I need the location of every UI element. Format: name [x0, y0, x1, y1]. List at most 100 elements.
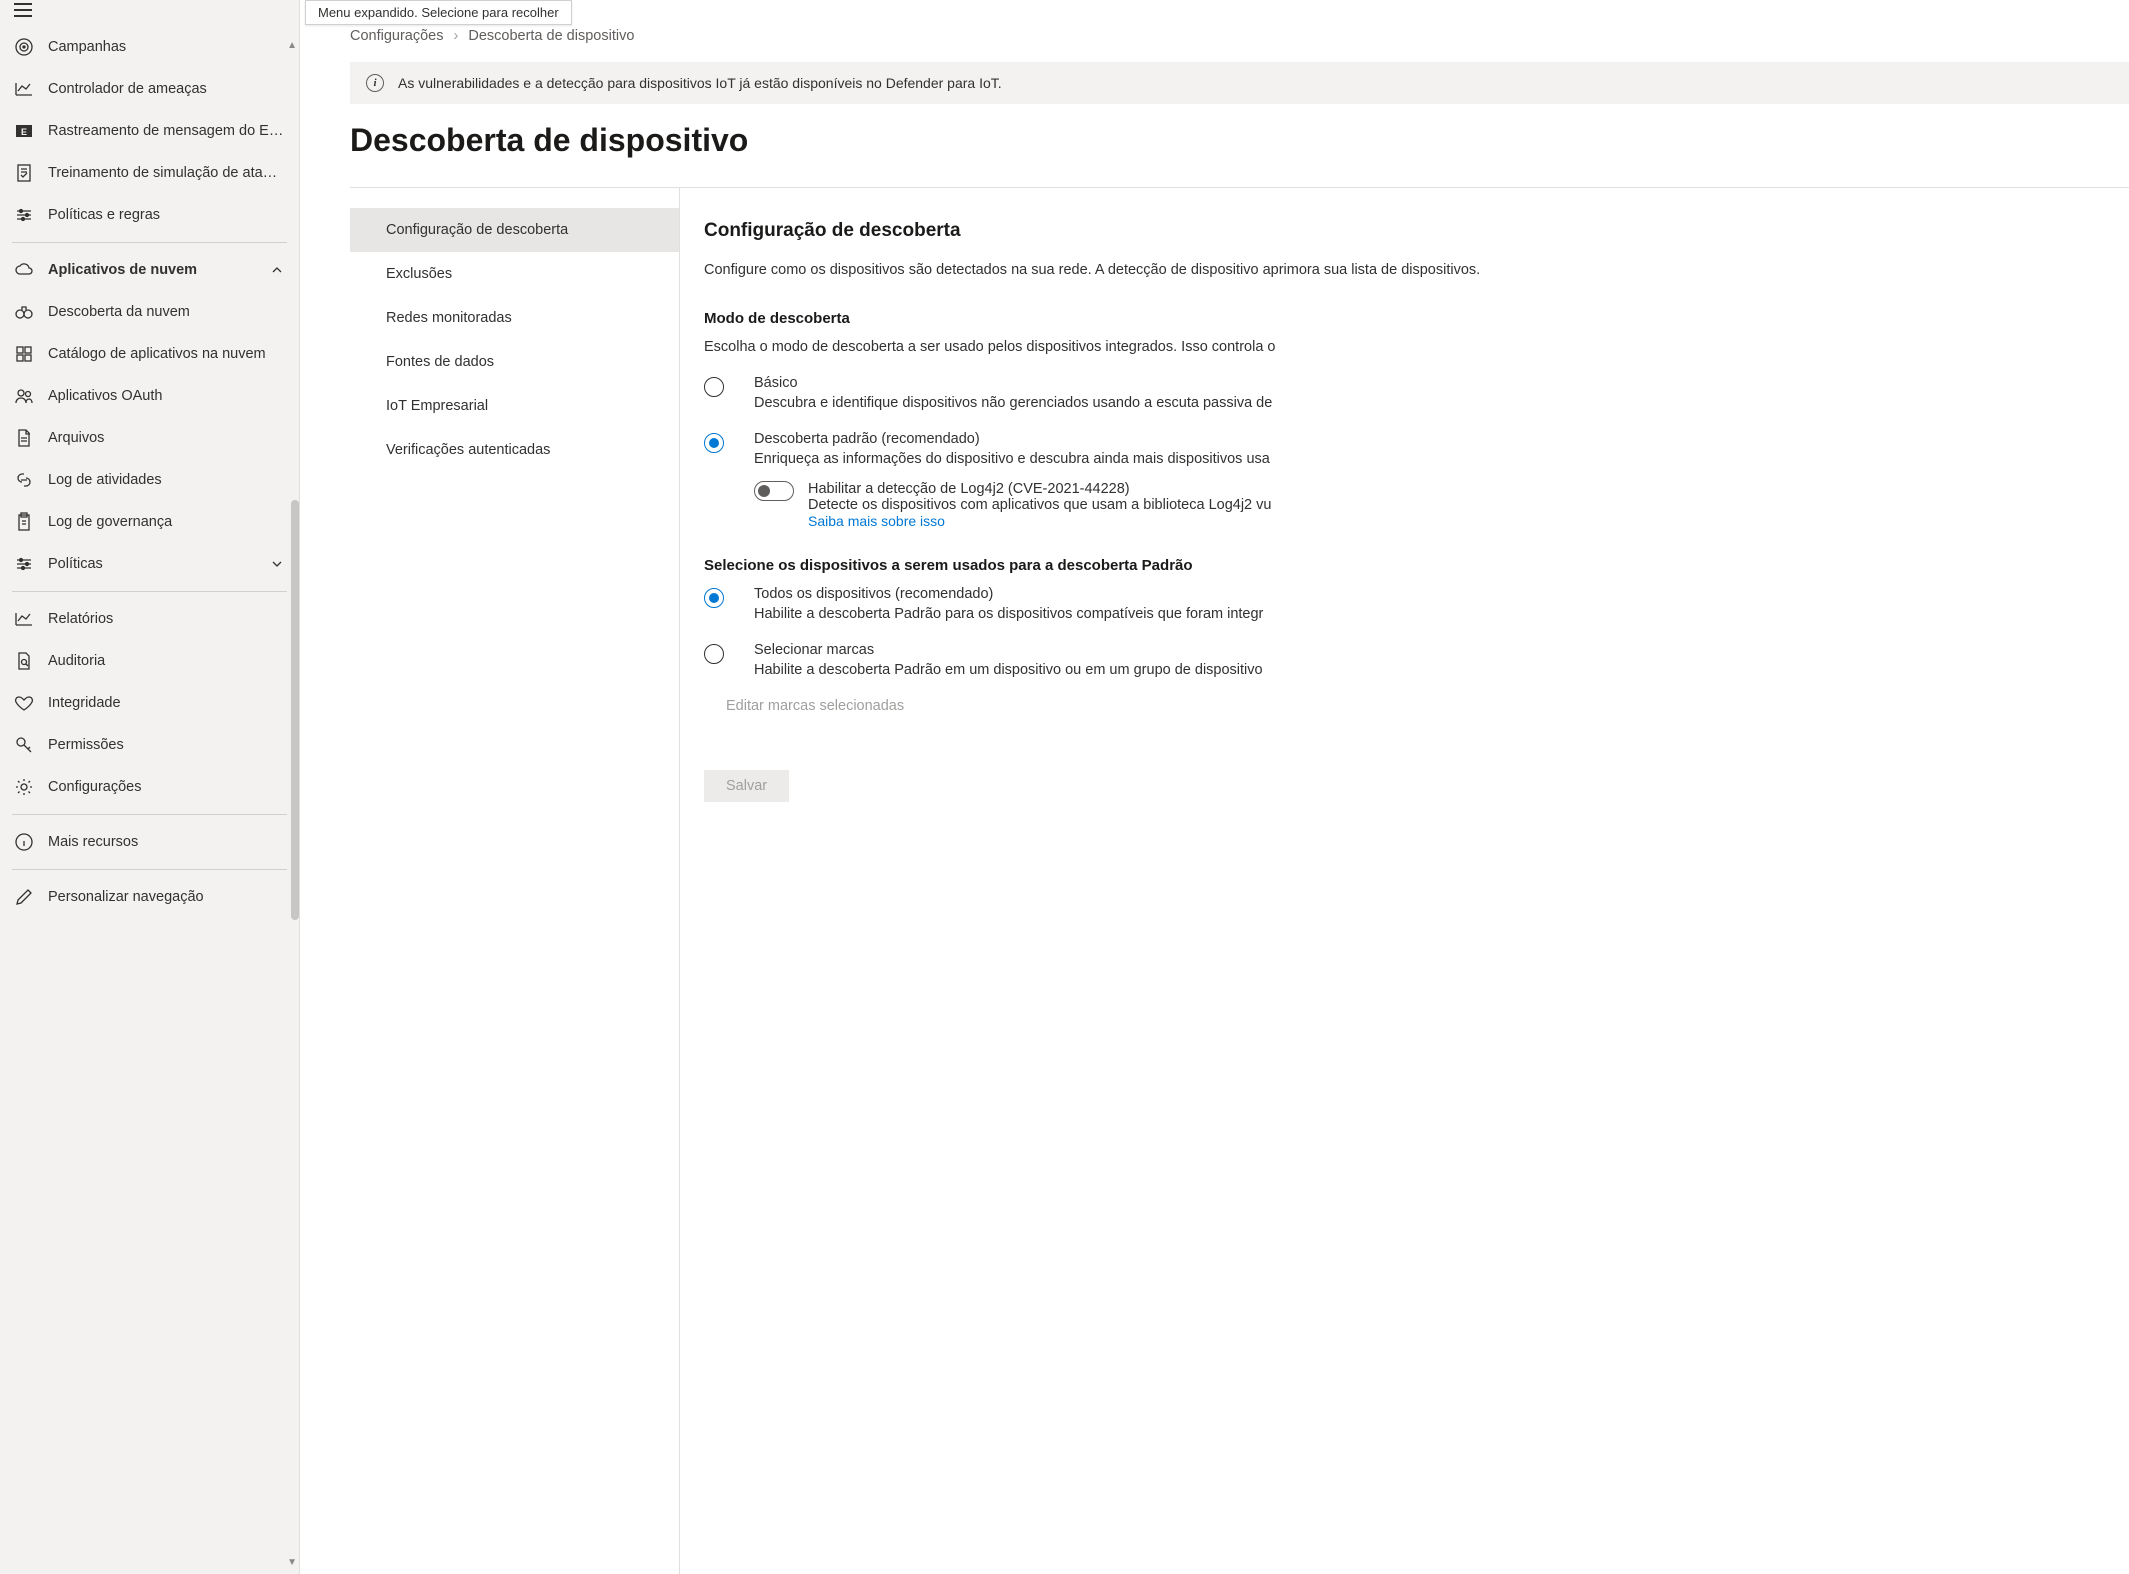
sidebar-item-label: Mais recursos — [48, 834, 285, 850]
chart-line-icon — [14, 79, 34, 99]
nav-divider — [12, 591, 287, 592]
sidebar-item-log-governanca[interactable]: Log de governança — [0, 501, 299, 543]
sidebar-item-mais-recursos[interactable]: Mais recursos — [0, 821, 299, 863]
sidebar-item-log-atividades[interactable]: Log de atividades — [0, 459, 299, 501]
hamburger-menu[interactable] — [0, 0, 48, 20]
sidebar-item-integridade[interactable]: Integridade — [0, 682, 299, 724]
sidebar-item-label: Descoberta da nuvem — [48, 304, 285, 320]
select-heading: Selecione os dispositivos a serem usados… — [704, 557, 2129, 574]
sidebar-item-treinamento-simulacao[interactable]: Treinamento de simulação de ataque — [0, 152, 299, 194]
heartbeat-icon — [14, 693, 34, 713]
breadcrumb-item-descoberta[interactable]: Descoberta de dispositivo — [468, 28, 634, 44]
sidebar-item-relatorios[interactable]: Relatórios — [0, 598, 299, 640]
sidebar-item-label: Log de atividades — [48, 472, 285, 488]
menu-tooltip: Menu expandido. Selecione para recolher — [305, 0, 572, 25]
sidebar-item-catalogo-aplicativos[interactable]: Catálogo de aplicativos na nuvem — [0, 333, 299, 375]
sidebar-item-label: Aplicativos de nuvem — [48, 262, 255, 278]
info-icon: i — [366, 74, 384, 92]
sidebar-item-controlador-ameacas[interactable]: Controlador de ameaças — [0, 68, 299, 110]
sidebar-item-arquivos[interactable]: Arquivos — [0, 417, 299, 459]
save-button[interactable]: Salvar — [704, 770, 789, 802]
mode-heading: Modo de descoberta — [704, 310, 2129, 327]
sidebar-item-rastreamento-mensagem[interactable]: E Rastreamento de mensagem do Ex... — [0, 110, 299, 152]
link-saiba-mais[interactable]: Saiba mais sobre isso — [808, 513, 2129, 529]
pencil-icon — [14, 887, 34, 907]
sidebar-item-label: Log de governança — [48, 514, 285, 530]
sidebar-item-configuracoes[interactable]: Configurações — [0, 766, 299, 808]
sidebar: Campanhas Controlador de ameaças E Rastr… — [0, 20, 299, 1574]
sliders-icon — [14, 554, 34, 574]
sidebar-item-descoberta-nuvem[interactable]: Descoberta da nuvem — [0, 291, 299, 333]
section-desc: Configure como os dispositivos são detec… — [704, 260, 2129, 282]
nav-divider — [12, 869, 287, 870]
sidebar-scrollbar[interactable] — [291, 500, 299, 920]
scroll-up-arrow[interactable]: ▲ — [287, 40, 297, 51]
sidebar-item-aplicativos-oauth[interactable]: Aplicativos OAuth — [0, 375, 299, 417]
gear-icon — [14, 777, 34, 797]
radio-tags-desc: Habilite a descoberta Padrão em um dispo… — [754, 662, 2129, 678]
subnav-item-verificacoes[interactable]: Verificações autenticadas — [350, 428, 679, 472]
sidebar-item-label: Políticas e regras — [48, 207, 285, 223]
sidebar-item-label: Campanhas — [48, 39, 285, 55]
info-icon — [14, 832, 34, 852]
sidebar-item-label: Auditoria — [48, 653, 285, 669]
sidebar-item-personalizar[interactable]: Personalizar navegação — [0, 876, 299, 918]
chevron-down-icon — [269, 556, 285, 572]
sidebar-item-label: Catálogo de aplicativos na nuvem — [48, 346, 285, 362]
radio-basic-label: Básico — [754, 375, 2129, 391]
sidebar-item-label: Integridade — [48, 695, 285, 711]
toggle-log4j-label: Habilitar a detecção de Log4j2 (CVE-2021… — [808, 481, 2129, 497]
sidebar-item-label: Aplicativos OAuth — [48, 388, 285, 404]
binoculars-icon — [14, 302, 34, 322]
sidebar-item-label: Relatórios — [48, 611, 285, 627]
toggle-log4j[interactable] — [754, 481, 794, 501]
sliders-icon — [14, 205, 34, 225]
subnav-item-exclusoes[interactable]: Exclusões — [350, 252, 679, 296]
chart-icon — [14, 609, 34, 629]
subnav-item-redes[interactable]: Redes monitoradas — [350, 296, 679, 340]
sidebar-item-politicas-regras[interactable]: Políticas e regras — [0, 194, 299, 236]
key-icon — [14, 735, 34, 755]
toggle-log4j-desc: Detecte os dispositivos com aplicativos … — [808, 497, 2129, 513]
tags-input-placeholder[interactable]: Editar marcas selecionadas — [726, 698, 2129, 714]
nav-divider — [12, 814, 287, 815]
sidebar-item-label: Arquivos — [48, 430, 285, 446]
subnav-item-configuracao[interactable]: Configuração de descoberta — [350, 208, 679, 252]
sidebar-item-auditoria[interactable]: Auditoria — [0, 640, 299, 682]
subnav-item-iot[interactable]: IoT Empresarial — [350, 384, 679, 428]
nav-divider — [12, 242, 287, 243]
sidebar-item-label: Permissões — [48, 737, 285, 753]
scroll-down-arrow[interactable]: ▼ — [287, 1557, 297, 1568]
sidebar-item-permissoes[interactable]: Permissões — [0, 724, 299, 766]
breadcrumb-separator: › — [454, 28, 459, 44]
link-icon — [14, 470, 34, 490]
page-title: Descoberta de dispositivo — [350, 104, 2129, 187]
radio-all-devices[interactable] — [704, 588, 724, 608]
sidebar-item-aplicativos-nuvem[interactable]: Aplicativos de nuvem — [0, 249, 299, 291]
sidebar-item-politicas[interactable]: Políticas — [0, 543, 299, 585]
target-icon — [14, 37, 34, 57]
detail-panel: Configuração de descoberta Configure com… — [680, 188, 2129, 1574]
section-title: Configuração de descoberta — [704, 220, 2129, 242]
sidebar-item-label: Controlador de ameaças — [48, 81, 285, 97]
cloud-icon — [14, 260, 34, 280]
radio-standard-label: Descoberta padrão (recomendado) — [754, 431, 2129, 447]
info-banner: i As vulnerabilidades e a detecção para … — [350, 62, 2129, 104]
radio-basic[interactable] — [704, 377, 724, 397]
subnav: Configuração de descoberta Exclusões Red… — [350, 188, 680, 1574]
clipboard-icon — [14, 512, 34, 532]
grid-icon — [14, 344, 34, 364]
mode-desc: Escolha o modo de descoberta a ser usado… — [704, 339, 2129, 355]
breadcrumb-item-configuracoes[interactable]: Configurações — [350, 28, 444, 44]
sidebar-item-label: Rastreamento de mensagem do Ex... — [48, 123, 285, 139]
radio-select-tags[interactable] — [704, 644, 724, 664]
radio-standard[interactable] — [704, 433, 724, 453]
hamburger-icon — [14, 3, 32, 17]
users-icon — [14, 386, 34, 406]
subnav-item-fontes[interactable]: Fontes de dados — [350, 340, 679, 384]
sidebar-item-label: Personalizar navegação — [48, 889, 285, 905]
sidebar-item-campanhas[interactable]: Campanhas — [0, 26, 299, 68]
sidebar-item-label: Treinamento de simulação de ataque — [48, 165, 285, 181]
sidebar-item-label: Políticas — [48, 556, 255, 572]
svg-text:E: E — [21, 127, 27, 137]
